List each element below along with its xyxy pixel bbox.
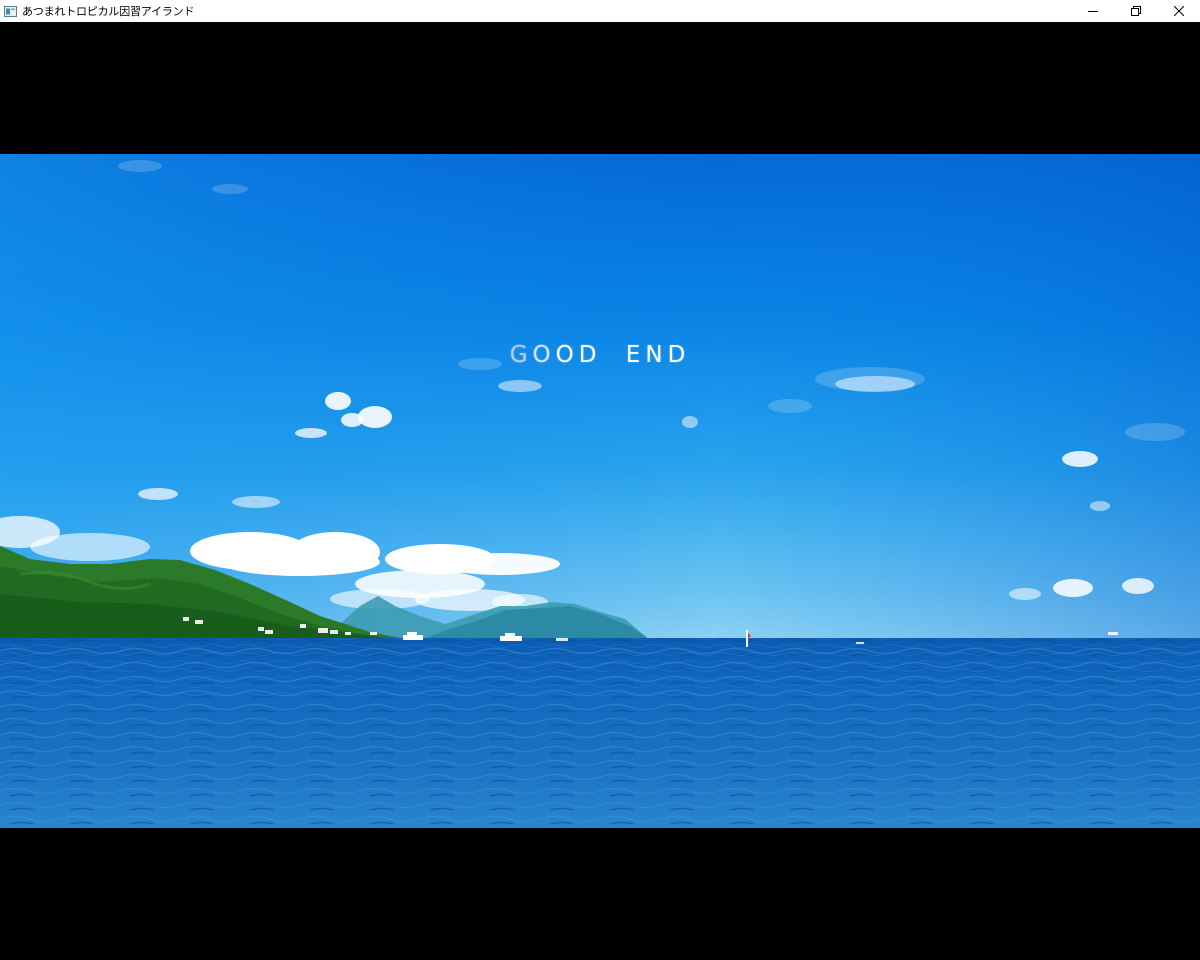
window-controls — [1071, 0, 1200, 22]
restore-button[interactable] — [1114, 0, 1157, 22]
minimize-icon — [1087, 11, 1098, 12]
letterbox-top — [0, 22, 1200, 154]
game-window: あつまれトロピカル因習アイランド GOOD END — [0, 0, 1200, 960]
letterbox-bottom — [0, 828, 1200, 960]
ocean-background — [0, 154, 1200, 828]
minimize-button[interactable] — [1071, 0, 1114, 22]
ending-scene[interactable]: GOOD END — [0, 154, 1200, 828]
title-bar[interactable]: あつまれトロピカル因習アイランド — [0, 0, 1200, 22]
close-button[interactable] — [1157, 0, 1200, 22]
restore-icon — [1130, 6, 1141, 16]
app-icon — [3, 5, 17, 17]
window-title: あつまれトロピカル因習アイランド — [22, 5, 195, 18]
close-icon — [1173, 6, 1184, 16]
ending-title: GOOD END — [509, 342, 691, 368]
